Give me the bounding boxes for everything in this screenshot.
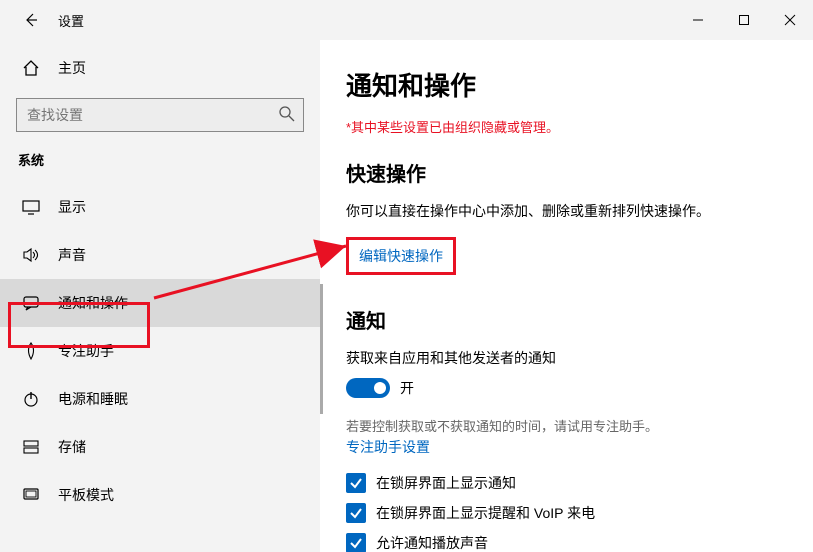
home-icon (22, 59, 40, 77)
sidebar-item-label: 声音 (58, 245, 86, 265)
check-row-lockscreen-voip[interactable]: 在锁屏界面上显示提醒和 VoIP 来电 (346, 503, 783, 523)
toggle-knob (374, 382, 386, 394)
check-label: 允许通知播放声音 (376, 533, 488, 552)
focus-assist-icon (22, 342, 40, 360)
quick-actions-heading: 快速操作 (346, 158, 783, 187)
power-icon (22, 390, 40, 408)
titlebar: 设置 (0, 0, 813, 40)
sidebar-item-focus-assist[interactable]: 专注助手 (0, 327, 320, 375)
sound-icon (22, 246, 40, 264)
sidebar-item-label: 通知和操作 (58, 293, 128, 313)
sidebar-item-display[interactable]: 显示 (0, 183, 320, 231)
search-icon[interactable] (278, 105, 296, 128)
scrollbar[interactable] (320, 284, 323, 414)
quick-actions-desc: 你可以直接在操作中心中添加、删除或重新排列快速操作。 (346, 201, 783, 221)
display-icon (22, 198, 40, 216)
window-title: 设置 (58, 11, 84, 30)
close-button[interactable] (767, 4, 813, 36)
annotation-highlight-link: 编辑快速操作 (346, 237, 456, 275)
check-row-sound[interactable]: 允许通知播放声音 (346, 533, 783, 552)
notifications-sub-label: 获取来自应用和其他发送者的通知 (346, 348, 783, 368)
search-input[interactable] (16, 98, 304, 132)
page-title: 通知和操作 (346, 66, 783, 103)
minimize-button[interactable] (675, 4, 721, 36)
sidebar-item-sound[interactable]: 声音 (0, 231, 320, 279)
tablet-icon (22, 486, 40, 504)
notifications-heading: 通知 (346, 305, 783, 334)
sidebar-item-label: 存储 (58, 437, 86, 457)
focus-note: 若要控制获取或不获取通知的时间，请试用专注助手。 (346, 416, 783, 435)
sidebar-item-label: 显示 (58, 197, 86, 217)
back-icon[interactable] (22, 11, 40, 29)
sidebar-item-power-sleep[interactable]: 电源和睡眠 (0, 375, 320, 423)
sidebar-home[interactable]: 主页 (0, 48, 320, 88)
sidebar-home-label: 主页 (58, 58, 86, 78)
sidebar-section-label: 系统 (0, 150, 320, 183)
maximize-button[interactable] (721, 4, 767, 36)
checkbox-checked-icon (346, 503, 366, 523)
sidebar-item-tablet-mode[interactable]: 平板模式 (0, 471, 320, 519)
sidebar: 主页 系统 显示 声音 (0, 40, 320, 552)
check-label: 在锁屏界面上显示提醒和 VoIP 来电 (376, 503, 595, 523)
checkbox-checked-icon (346, 533, 366, 552)
sidebar-item-storage[interactable]: 存储 (0, 423, 320, 471)
sidebar-item-label: 专注助手 (58, 341, 114, 361)
sidebar-item-label: 电源和睡眠 (58, 389, 128, 409)
notifications-toggle[interactable] (346, 378, 390, 398)
storage-icon (22, 438, 40, 456)
notifications-icon (22, 294, 40, 312)
check-label: 在锁屏界面上显示通知 (376, 473, 516, 493)
sidebar-item-notifications[interactable]: 通知和操作 (0, 279, 320, 327)
checkbox-checked-icon (346, 473, 366, 493)
edit-quick-actions-link[interactable]: 编辑快速操作 (359, 246, 443, 266)
toggle-state-label: 开 (400, 378, 414, 398)
focus-assist-settings-link[interactable]: 专注助手设置 (346, 437, 430, 457)
policy-warning: *其中某些设置已由组织隐藏或管理。 (346, 117, 783, 136)
sidebar-item-label: 平板模式 (58, 485, 114, 505)
main-content: 通知和操作 *其中某些设置已由组织隐藏或管理。 快速操作 你可以直接在操作中心中… (320, 40, 813, 552)
check-row-lockscreen-notify[interactable]: 在锁屏界面上显示通知 (346, 473, 783, 493)
